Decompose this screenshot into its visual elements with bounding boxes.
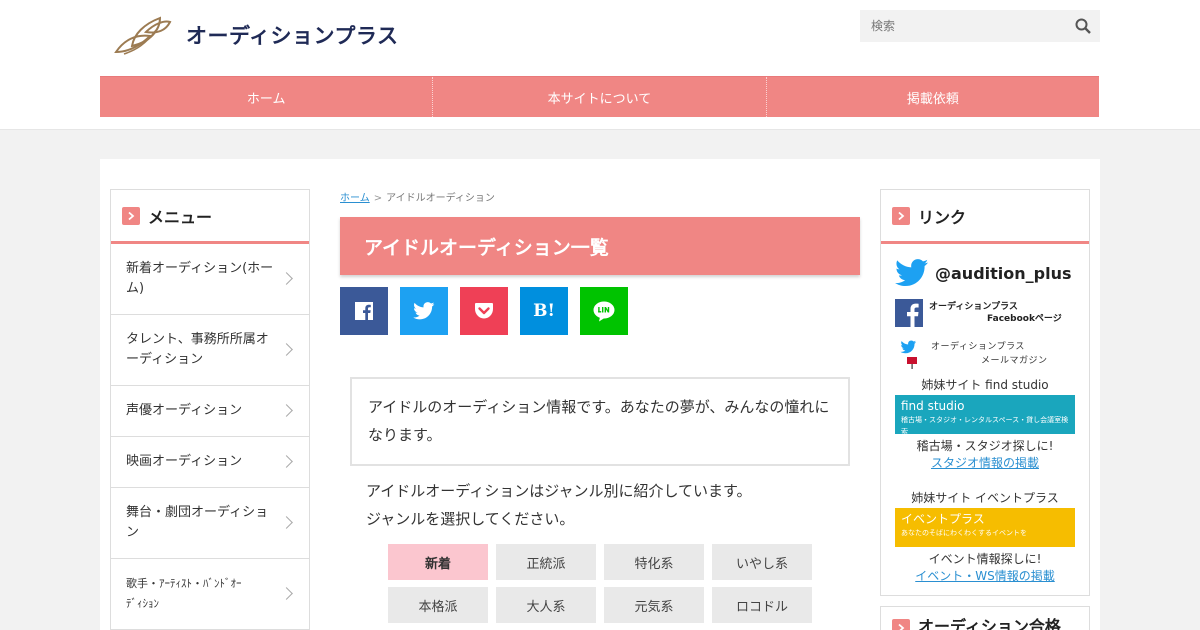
twitter-share-button[interactable] bbox=[400, 287, 448, 335]
facebook-icon bbox=[355, 302, 373, 320]
breadcrumb-separator: > bbox=[373, 193, 383, 204]
chevron-right-icon bbox=[892, 619, 910, 630]
breadcrumb-current: アイドルオーディション bbox=[386, 193, 495, 204]
intro-text: アイドルのオーディション情報です。あなたの夢が、みんなの憧れになります。 bbox=[368, 398, 830, 444]
search-input[interactable] bbox=[860, 10, 1100, 42]
newsletter-label: オーディションプラス メールマガジン bbox=[931, 342, 1048, 366]
links-widget-header: リンク bbox=[881, 190, 1089, 244]
menu-item-label: 新着オーディション(ホー ム) bbox=[126, 261, 274, 296]
intro-box: アイドルのオーディション情報です。あなたの夢が、みんなの憧れになります。 bbox=[350, 377, 850, 466]
genre-description: アイドルオーディションはジャンル別に紹介しています。 ジャンルを選択してください… bbox=[366, 482, 752, 528]
line-icon bbox=[593, 301, 615, 322]
menu-item-label: 舞台・劇団オーディショ ン bbox=[126, 505, 269, 540]
chevron-right-icon bbox=[280, 587, 293, 600]
genre-row: 新着 正統派 特化系 いやし系 bbox=[388, 544, 828, 580]
menu-item-singer[interactable]: 歌手・ｱｰﾃｨｽﾄ・ﾊﾞﾝﾄﾞｵｰ ﾃﾞｨｼｮﾝ bbox=[111, 559, 309, 630]
event-plus-banner-sub: あなたのそばにわくわくするイベントを bbox=[901, 529, 1027, 537]
studio-listing-link[interactable]: スタジオ情報の掲載 bbox=[895, 454, 1075, 471]
site-name: オーディションプラス bbox=[186, 24, 399, 48]
event-listing-link[interactable]: イベント・WS情報の掲載 bbox=[895, 567, 1075, 584]
site-logo[interactable]: オーディションプラス bbox=[110, 10, 398, 60]
menu-item-talent[interactable]: タレント、事務所所属オ ーディション bbox=[111, 315, 309, 386]
nav-item-home[interactable]: ホーム bbox=[100, 77, 432, 117]
genre-button-healing[interactable]: いやし系 bbox=[712, 544, 812, 580]
bird-mailbox-icon bbox=[900, 340, 917, 369]
menu-widget-title: メニュー bbox=[148, 207, 213, 227]
sister-site-label: 姉妹サイト find studio bbox=[921, 378, 1049, 392]
chevron-right-icon bbox=[280, 272, 293, 285]
main-column: ホーム > アイドルオーディション アイドルオーディション一覧 B! アイドルの… bbox=[340, 189, 860, 623]
search-icon[interactable] bbox=[1075, 18, 1091, 34]
menu-item-label: 声優オーディション bbox=[126, 403, 243, 418]
audition-pass-widget: オーディション合格 bbox=[880, 606, 1090, 630]
menu-item-label: 歌手・ｱｰﾃｨｽﾄ・ﾊﾞﾝﾄﾞｵｰ ﾃﾞｨｼｮﾝ bbox=[126, 577, 242, 610]
pocket-share-button[interactable] bbox=[460, 287, 508, 335]
chevron-right-icon bbox=[280, 404, 293, 417]
menu-item-stage[interactable]: 舞台・劇団オーディショ ン bbox=[111, 488, 309, 559]
menu-widget-header: メニュー bbox=[111, 190, 309, 244]
hatena-bookmark-button[interactable]: B! bbox=[520, 287, 568, 335]
facebook-icon bbox=[895, 299, 923, 327]
breadcrumb: ホーム > アイドルオーディション bbox=[340, 189, 860, 205]
event-plus-banner[interactable]: イベントプラス あなたのそばにわくわくするイベントを bbox=[895, 508, 1075, 547]
find-studio-banner[interactable]: find studio 稽古場・スタジオ・レンタルスペース・貸し会議室検索 bbox=[895, 395, 1075, 436]
menu-item-movie[interactable]: 映画オーディション bbox=[111, 437, 309, 488]
genre-button-adult[interactable]: 大人系 bbox=[496, 587, 596, 623]
share-buttons: B! bbox=[340, 287, 860, 335]
find-studio-banner-sub: 稽古場・スタジオ・レンタルスペース・貸し会議室検索 bbox=[901, 416, 1069, 436]
menu-widget: メニュー 新着オーディション(ホー ム) タレント、事務所所属オ ーディション … bbox=[110, 189, 310, 630]
pocket-icon bbox=[475, 303, 493, 319]
links-body: @audition_plus オーディションプラス Facebookページ オー… bbox=[881, 244, 1089, 584]
genre-row: 本格派 大人系 元気系 ロコドル bbox=[388, 587, 828, 623]
audition-pass-widget-header: オーディション合格 bbox=[881, 607, 1089, 630]
facebook-share-button[interactable] bbox=[340, 287, 388, 335]
find-studio-banner-title: find studio bbox=[901, 399, 965, 413]
facebook-page-label: オーディションプラス Facebookページ bbox=[929, 302, 1062, 324]
twitter-link[interactable]: @audition_plus bbox=[895, 256, 1075, 290]
content-area: メニュー 新着オーディション(ホー ム) タレント、事務所所属オ ーディション … bbox=[100, 159, 1100, 630]
line-share-button[interactable] bbox=[580, 287, 628, 335]
audition-pass-widget-title: オーディション合格 bbox=[918, 617, 1061, 630]
genre-selector: 新着 正統派 特化系 いやし系 本格派 大人系 元気系 ロコドル bbox=[388, 544, 828, 630]
twitter-bird-icon bbox=[895, 259, 929, 287]
site-header: オーディションプラス ホーム 本サイトについて 掲載依頼 bbox=[0, 0, 1200, 130]
page-title: アイドルオーディション一覧 bbox=[364, 236, 609, 259]
sister-site-label: 姉妹サイト イベントプラス bbox=[911, 491, 1059, 505]
newsletter-link[interactable]: オーディションプラス メールマガジン bbox=[895, 338, 1075, 370]
event-plus-caption: イベント情報探しに! bbox=[928, 552, 1042, 566]
genre-button-orthodox[interactable]: 正統派 bbox=[496, 544, 596, 580]
genre-button-local-idol[interactable]: ロコドル bbox=[712, 587, 812, 623]
chevron-right-icon bbox=[280, 455, 293, 468]
twitter-handle: @audition_plus bbox=[935, 263, 1072, 283]
genre-button-specialized[interactable]: 特化系 bbox=[604, 544, 704, 580]
search-box bbox=[860, 10, 1100, 42]
chevron-right-icon bbox=[892, 206, 910, 225]
chevron-right-icon bbox=[122, 206, 140, 225]
genre-button-energetic[interactable]: 元気系 bbox=[604, 587, 704, 623]
links-widget: リンク @audition_plus オーディションプラス Facebookペー… bbox=[880, 189, 1090, 596]
find-studio-caption: 稽古場・スタジオ探しに! bbox=[916, 439, 1054, 453]
leaf-logo-icon bbox=[114, 16, 172, 55]
chevron-right-icon bbox=[280, 343, 293, 356]
menu-item-voice[interactable]: 声優オーディション bbox=[111, 386, 309, 437]
page-title-banner: アイドルオーディション一覧 bbox=[340, 217, 860, 275]
event-plus-banner-title: イベントプラス bbox=[901, 512, 985, 526]
menu-item-label: 映画オーディション bbox=[126, 454, 243, 469]
twitter-bird-icon bbox=[413, 302, 435, 320]
menu-item-new[interactable]: 新着オーディション(ホー ム) bbox=[111, 244, 309, 315]
menu-item-label: タレント、事務所所属オ ーディション bbox=[126, 332, 269, 367]
nav-item-request[interactable]: 掲載依頼 bbox=[765, 77, 1099, 117]
facebook-page-link[interactable]: オーディションプラス Facebookページ bbox=[895, 298, 1075, 328]
breadcrumb-home-link[interactable]: ホーム bbox=[340, 193, 370, 204]
genre-button-new[interactable]: 新着 bbox=[388, 544, 488, 580]
chevron-right-icon bbox=[280, 516, 293, 529]
links-widget-title: リンク bbox=[918, 207, 967, 227]
nav-item-about[interactable]: 本サイトについて bbox=[432, 77, 765, 117]
global-nav: ホーム 本サイトについて 掲載依頼 bbox=[100, 76, 1099, 117]
hatena-bookmark-icon: B! bbox=[533, 301, 555, 321]
genre-button-authentic[interactable]: 本格派 bbox=[388, 587, 488, 623]
